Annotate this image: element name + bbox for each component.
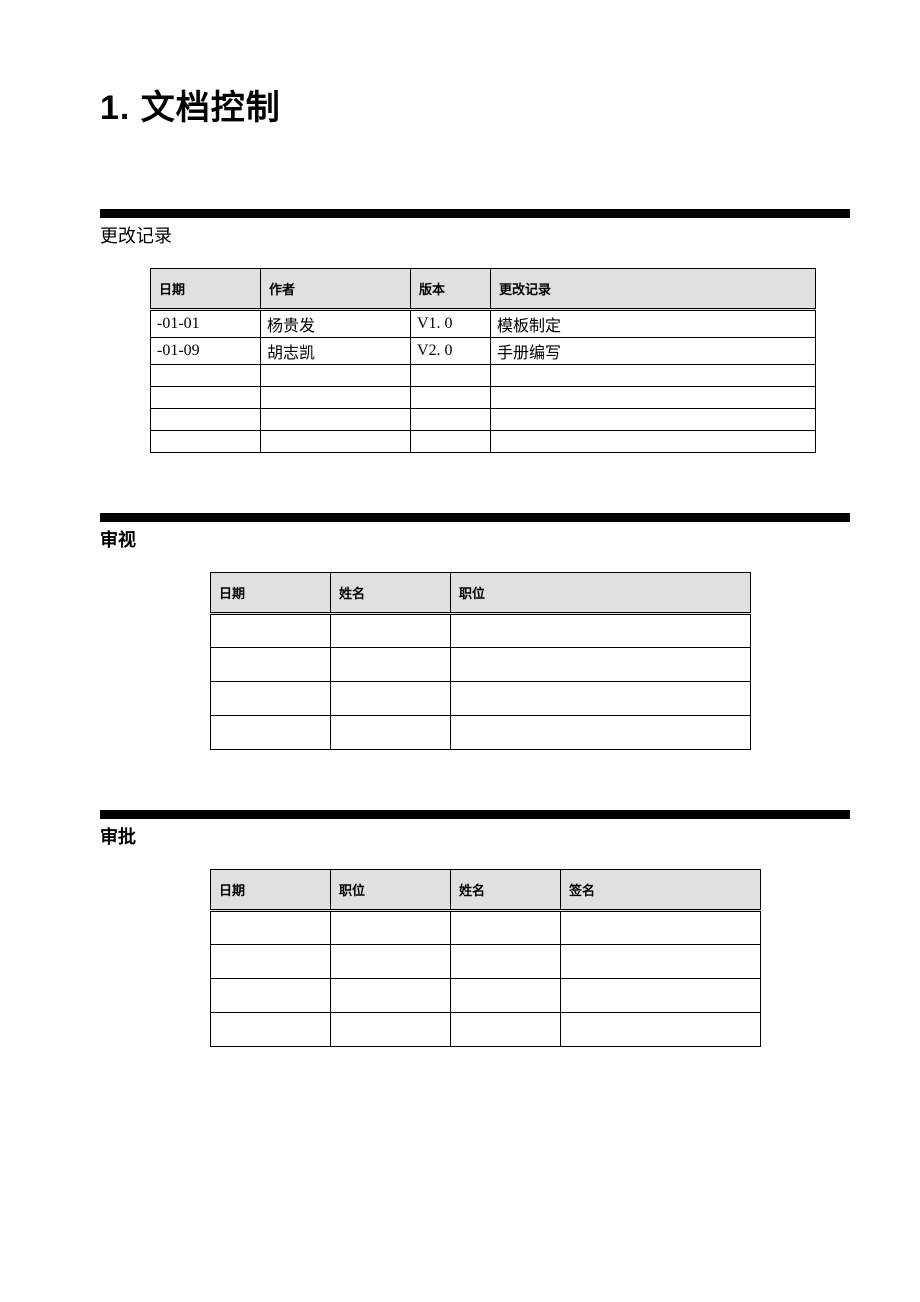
col-version: 版本 [411, 269, 491, 310]
table-row [151, 387, 816, 409]
table-row [211, 979, 761, 1013]
cell-version [411, 387, 491, 409]
col-note: 更改记录 [491, 269, 816, 310]
cell-note [491, 409, 816, 431]
cell-date [151, 365, 261, 387]
table-row [211, 614, 751, 648]
table-row [211, 945, 761, 979]
cell-date [211, 614, 331, 648]
section-label-review: 审视 [100, 526, 850, 552]
cell-note [491, 365, 816, 387]
table-row [151, 431, 816, 453]
cell-author: 杨贵发 [261, 310, 411, 338]
table-header-row: 日期 姓名 职位 [211, 573, 751, 614]
cell-date [151, 387, 261, 409]
col-date: 日期 [211, 573, 331, 614]
cell-name [331, 716, 451, 750]
cell-name [451, 911, 561, 945]
cell-date: -01-09 [151, 338, 261, 365]
document-page: 1. 文档控制 更改记录 日期 作者 版本 更改记录 -01-01 杨贵发 V1… [0, 0, 920, 1167]
cell-date [211, 911, 331, 945]
col-date: 日期 [211, 870, 331, 911]
section-label-changelog: 更改记录 [100, 222, 850, 248]
page-title: 1. 文档控制 [100, 80, 850, 129]
review-table: 日期 姓名 职位 [210, 572, 751, 750]
table-header-row: 日期 作者 版本 更改记录 [151, 269, 816, 310]
cell-author [261, 387, 411, 409]
cell-date [151, 409, 261, 431]
cell-title [331, 945, 451, 979]
divider-bar [100, 810, 850, 819]
section-label-approve: 审批 [100, 823, 850, 849]
divider-bar [100, 513, 850, 522]
cell-version: V2. 0 [411, 338, 491, 365]
table-row [151, 409, 816, 431]
cell-author [261, 365, 411, 387]
col-title: 职位 [451, 573, 751, 614]
table-row [151, 365, 816, 387]
cell-title [451, 716, 751, 750]
cell-note: 模板制定 [491, 310, 816, 338]
col-name: 姓名 [331, 573, 451, 614]
cell-title [451, 682, 751, 716]
table-row [211, 648, 751, 682]
col-date: 日期 [151, 269, 261, 310]
cell-name [451, 1013, 561, 1047]
cell-sign [561, 945, 761, 979]
cell-name [331, 614, 451, 648]
cell-title [331, 979, 451, 1013]
cell-title [451, 614, 751, 648]
cell-name [331, 648, 451, 682]
cell-note [491, 387, 816, 409]
table-header-row: 日期 职位 姓名 签名 [211, 870, 761, 911]
divider-bar [100, 209, 850, 218]
cell-note: 手册编写 [491, 338, 816, 365]
table-row: -01-01 杨贵发 V1. 0 模板制定 [151, 310, 816, 338]
table-row [211, 1013, 761, 1047]
cell-name [331, 682, 451, 716]
cell-version [411, 409, 491, 431]
table-row [211, 716, 751, 750]
cell-note [491, 431, 816, 453]
cell-title [331, 1013, 451, 1047]
cell-author [261, 431, 411, 453]
cell-date: -01-01 [151, 310, 261, 338]
cell-name [451, 945, 561, 979]
cell-sign [561, 911, 761, 945]
cell-date [151, 431, 261, 453]
cell-date [211, 945, 331, 979]
cell-author [261, 409, 411, 431]
col-name: 姓名 [451, 870, 561, 911]
approve-table: 日期 职位 姓名 签名 [210, 869, 761, 1047]
cell-name [451, 979, 561, 1013]
cell-version [411, 365, 491, 387]
table-row [211, 682, 751, 716]
cell-date [211, 682, 331, 716]
cell-date [211, 979, 331, 1013]
col-title: 职位 [331, 870, 451, 911]
cell-sign [561, 1013, 761, 1047]
cell-date [211, 1013, 331, 1047]
cell-title [331, 911, 451, 945]
cell-date [211, 716, 331, 750]
col-sign: 签名 [561, 870, 761, 911]
cell-version [411, 431, 491, 453]
cell-title [451, 648, 751, 682]
col-author: 作者 [261, 269, 411, 310]
changelog-table: 日期 作者 版本 更改记录 -01-01 杨贵发 V1. 0 模板制定 -01-… [150, 268, 816, 453]
cell-author: 胡志凯 [261, 338, 411, 365]
table-row: -01-09 胡志凯 V2. 0 手册编写 [151, 338, 816, 365]
table-row [211, 911, 761, 945]
cell-sign [561, 979, 761, 1013]
cell-date [211, 648, 331, 682]
cell-version: V1. 0 [411, 310, 491, 338]
